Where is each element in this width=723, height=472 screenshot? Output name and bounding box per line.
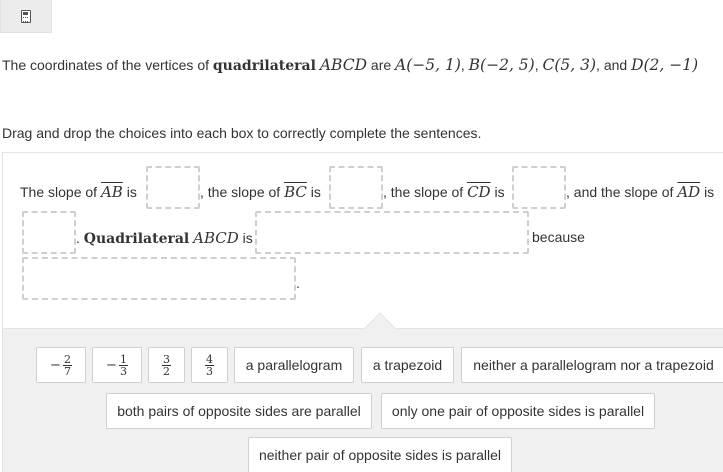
fraction: 43 — [205, 354, 214, 377]
drop-box-slope-ad[interactable] — [22, 211, 76, 254]
sentence-part-3: , the slope of CD is — [383, 183, 505, 201]
text-quadrilateral: Quadrilateral — [83, 231, 190, 247]
sentence-part-1: The slope of AB is — [20, 183, 137, 201]
fraction-numerator: 3 — [162, 352, 171, 366]
choice-four-thirds[interactable]: 43 — [191, 347, 228, 383]
choice-neither-pair-parallel[interactable]: neither pair of opposite sides is parall… — [248, 437, 512, 472]
text-end-period: . — [296, 275, 300, 291]
question-quad-name: ABCD — [319, 56, 368, 74]
text-because: because — [532, 229, 585, 245]
choice-parallelogram[interactable]: a parallelogram — [234, 347, 354, 383]
choice-both-pairs-parallel[interactable]: both pairs of opposite sides are paralle… — [106, 393, 372, 429]
fraction-numerator: 1 — [118, 352, 128, 366]
choice-one-pair-parallel[interactable]: only one pair of opposite sides is paral… — [381, 393, 655, 429]
drop-box-reason[interactable] — [22, 257, 296, 300]
drop-box-slope-bc[interactable] — [329, 166, 383, 209]
fraction: − 13 — [106, 354, 128, 377]
drop-box-slope-ab[interactable] — [146, 166, 200, 209]
choice-neg-one-third[interactable]: − 13 — [92, 347, 142, 383]
choice-neither-shape[interactable]: neither a parallelogram nor a trapezoid — [461, 347, 723, 383]
segment-bc: BC — [284, 183, 307, 201]
sentence-part-2: , the slope of BC is — [200, 183, 321, 201]
text-is: is — [310, 184, 321, 200]
text-comma-and-the-slope-of: , and the slope of — [566, 184, 674, 200]
text-abcd: ABCD — [193, 229, 239, 247]
fraction-sign: − — [50, 357, 61, 373]
question-text: The coordinates of the vertices of quadr… — [2, 56, 699, 74]
text-comma-the-slope-of: , the slope of — [383, 184, 464, 200]
question-are: are — [370, 57, 392, 73]
vertex-a: A(−5, 1) — [395, 56, 461, 74]
calculator-icon — [21, 9, 31, 23]
text-comma-the-slope-of: , the slope of — [200, 184, 281, 200]
text-is: is — [704, 184, 715, 200]
text-is: is — [126, 184, 137, 200]
segment-ab: AB — [100, 183, 123, 201]
vertex-c: C(5, 3) — [542, 56, 597, 74]
calculator-button[interactable] — [0, 0, 52, 33]
vertex-d: D(2, −1) — [631, 56, 699, 74]
instruction-text: Drag and drop the choices into each box … — [2, 125, 482, 141]
choice-trapezoid[interactable]: a trapezoid — [361, 347, 454, 383]
question-and: and — [603, 57, 628, 73]
question-quad-word: quadrilateral — [212, 58, 316, 74]
text-the-slope-of: The slope of — [20, 184, 98, 200]
fraction-denominator: 3 — [206, 364, 213, 378]
question-prefix: The coordinates of the vertices of — [2, 57, 209, 73]
text-is: is — [242, 230, 253, 246]
choice-three-halves[interactable]: 32 — [148, 347, 185, 383]
fraction: − 27 — [50, 354, 72, 377]
sentence-part-4: , and the slope of AD is — [566, 183, 714, 201]
fraction-denominator: 7 — [63, 364, 71, 378]
drop-box-classification[interactable] — [255, 211, 529, 254]
segment-ad: AD — [677, 183, 701, 201]
fraction-sign: − — [106, 357, 117, 373]
drop-box-slope-cd[interactable] — [512, 166, 566, 209]
fraction-numerator: 4 — [205, 352, 214, 366]
fraction: 32 — [162, 354, 171, 377]
text-is: is — [494, 184, 505, 200]
fraction-denominator: 2 — [163, 364, 170, 378]
drag-drop-workspace: The slope of AB is , the slope of BC is … — [2, 152, 723, 472]
choice-neg-two-sevenths[interactable]: − 27 — [36, 347, 86, 383]
fraction-numerator: 2 — [62, 352, 72, 366]
vertex-b: B(−2, 5) — [468, 56, 535, 74]
fraction-denominator: 3 — [119, 364, 127, 378]
segment-cd: CD — [467, 183, 491, 201]
text-period: . — [76, 230, 80, 246]
sentence-part-5: . Quadrilateral ABCD is — [76, 229, 253, 247]
